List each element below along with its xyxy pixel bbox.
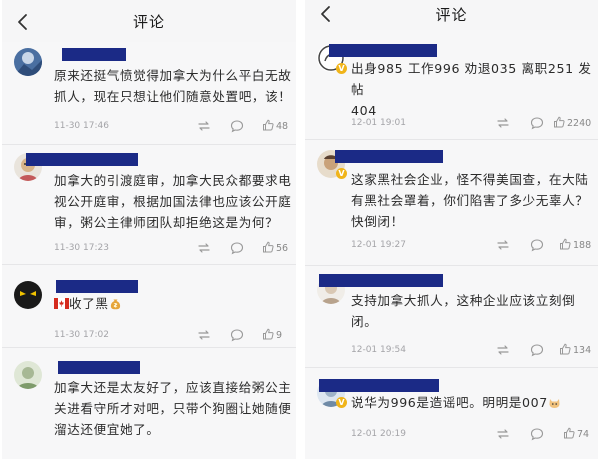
comment-meta: 11-30 17:23 56 [54, 241, 289, 255]
comment-item[interactable]: 加拿大的引渡庭审，加拿大民众都要求电 视公开庭审，根据加国法律也应该公开庭 审，… [2, 144, 296, 264]
page-title: 评论 [132, 13, 165, 31]
verified-badge-icon: V [336, 63, 347, 74]
like-count: 134 [573, 345, 592, 356]
thumbs-up-icon [560, 238, 571, 250]
like-button[interactable]: 74 [563, 427, 589, 442]
repost-icon[interactable] [496, 427, 510, 441]
comment-text: 加拿大还是太友好了，应该直接给粥公主 关进看守所才对吧，只带个狗圈让她随便 溜达… [54, 380, 292, 437]
like-count: 56 [276, 243, 289, 254]
comment-text: 这家黑社会企业，怪不得美国查，在大陆 有黑社会罩着，你们陷害了多少无辜人？ 快倒… [351, 172, 589, 229]
nav-bar: 评论 [2, 0, 296, 42]
page-title: 评论 [435, 6, 468, 24]
comment-meta: 12-01 19:01 2240 [351, 116, 591, 130]
like-count: 9 [276, 330, 283, 341]
verified-badge-icon: V [336, 168, 347, 179]
thumbs-up-icon [560, 343, 571, 355]
repost-icon[interactable] [197, 241, 211, 255]
comment-meta: 11-30 17:02 9 [54, 328, 289, 342]
repost-icon[interactable] [496, 116, 510, 130]
comment-item[interactable]: 支持加拿大抓人，这种企业应该立刻倒 闭。 12-01 19:54 134 [305, 265, 598, 367]
nav-bar: 评论 [305, 0, 598, 30]
comment-item[interactable]: 收了黑 11-30 17:02 9 [2, 264, 296, 347]
redacted-username [319, 274, 443, 287]
redacted-username [58, 361, 140, 374]
repost-icon[interactable] [496, 238, 510, 252]
like-count: 188 [573, 240, 592, 251]
redacted-username [62, 48, 126, 61]
like-button[interactable]: 188 [559, 238, 591, 253]
like-button[interactable]: 2240 [553, 116, 591, 131]
repost-icon[interactable] [197, 328, 211, 342]
comment-icon[interactable] [530, 343, 544, 357]
timestamp: 11-30 17:02 [54, 330, 109, 340]
avatar[interactable] [14, 48, 42, 76]
avatar[interactable] [14, 281, 42, 309]
redacted-username [26, 153, 138, 166]
comments-panel-right: 评论 V 出身985 工作996 劝退035 离职251 发帖 404 12-0… [305, 0, 598, 459]
comment-icon[interactable] [230, 328, 244, 342]
timestamp: 12-01 19:01 [351, 118, 406, 128]
repost-icon[interactable] [496, 343, 510, 357]
canada-flag-icon [54, 294, 69, 315]
thumbs-up-icon [554, 116, 565, 128]
redacted-username [335, 150, 443, 163]
comment-item[interactable]: V 出身985 工作996 劝退035 离职251 发帖 404 12-01 1… [305, 38, 598, 139]
like-button[interactable]: 134 [559, 343, 591, 358]
comments-panel-left: 评论 原来还挺气愤觉得加拿大为什么平白无故 抓人，现在只想让他们随意处置吧，该！… [2, 0, 296, 459]
comment-text: 说华为996是造谣吧。明明是007 [351, 392, 561, 415]
comment-meta: 12-01 19:54 134 [351, 343, 591, 357]
timestamp: 12-01 20:19 [351, 429, 406, 439]
thumbs-up-icon [263, 328, 274, 340]
thumbs-up-icon [564, 427, 575, 439]
comment-icon[interactable] [530, 238, 544, 252]
comment-item[interactable]: V 说华为996是造谣吧。明明是007 12-01 20:19 74 [305, 367, 598, 459]
comment-icon[interactable] [530, 427, 544, 441]
like-count: 48 [276, 121, 289, 132]
redacted-username [56, 280, 138, 293]
cat-emoji-icon [548, 394, 561, 415]
redacted-username [329, 44, 437, 57]
comment-meta: 12-01 20:19 74 [351, 427, 589, 442]
comment-meta: 12-01 19:27 188 [351, 238, 591, 252]
comment-item[interactable]: 原来还挺气愤觉得加拿大为什么平白无故 抓人，现在只想让他们随意处置吧，该！ 11… [2, 42, 296, 144]
like-count: 2240 [567, 118, 592, 129]
repost-icon[interactable] [197, 119, 211, 133]
comment-meta: 11-30 17:46 48 [54, 119, 289, 133]
verified-badge-icon: V [336, 397, 347, 408]
like-button[interactable]: 9 [262, 328, 282, 343]
like-button[interactable]: 48 [262, 119, 288, 134]
comment-text: 支持加拿大抓人，这种企业应该立刻倒 闭。 [351, 293, 576, 329]
like-count: 74 [577, 429, 590, 440]
timestamp: 11-30 17:23 [54, 243, 109, 253]
timestamp: 11-30 17:46 [54, 121, 109, 131]
comment-text: 加拿大的引渡庭审，加拿大民众都要求电 视公开庭审，根据加国法律也应该公开庭 审，… [54, 173, 292, 230]
timestamp: 12-01 19:27 [351, 240, 406, 250]
comment-item[interactable]: V 这家黑社会企业，怪不得美国查，在大陆 有黑社会罩着，你们陷害了多少无辜人？ … [305, 139, 598, 265]
comment-text: 出身985 工作996 劝退035 离职251 发帖 404 [351, 61, 592, 118]
timestamp: 12-01 19:54 [351, 345, 406, 355]
thumbs-up-icon [263, 241, 274, 253]
comment-icon[interactable] [230, 119, 244, 133]
comment-text: 收了黑 [54, 293, 122, 316]
comment-text: 原来还挺气愤觉得加拿大为什么平白无故 抓人，现在只想让他们随意处置吧，该！ [54, 68, 292, 104]
comment-icon[interactable] [230, 241, 244, 255]
comment-icon[interactable] [530, 116, 544, 130]
avatar[interactable] [14, 361, 42, 389]
redacted-username [319, 379, 439, 392]
like-button[interactable]: 56 [262, 241, 288, 256]
thumbs-up-icon [263, 119, 274, 131]
comment-item[interactable]: 加拿大还是太友好了，应该直接给粥公主 关进看守所才对吧，只带个狗圈让她随便 溜达… [2, 347, 296, 459]
money-bag-icon [109, 295, 122, 316]
screenshot-collage: 评论 原来还挺气愤觉得加拿大为什么平白无故 抓人，现在只想让他们随意处置吧，该！… [0, 0, 600, 459]
